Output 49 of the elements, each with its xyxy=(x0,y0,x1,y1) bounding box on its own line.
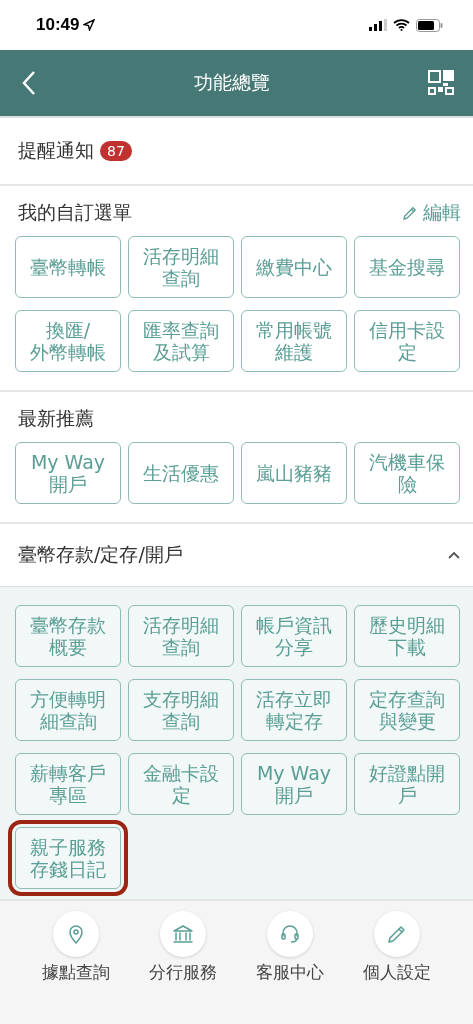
pencil-icon xyxy=(401,204,419,222)
nav-label[interactable]: 分行服務 xyxy=(148,961,217,984)
menu-tile-button[interactable]: 基金搜尋 xyxy=(354,236,460,298)
section-title: 最新推薦 xyxy=(18,406,94,431)
qr-code-icon[interactable] xyxy=(427,69,455,97)
bank-icon xyxy=(170,922,195,946)
menu-tile-button[interactable]: 常用帳號維護 xyxy=(241,310,347,372)
menu-tile-button[interactable]: 定存查詢與變更 xyxy=(354,679,460,741)
menu-tile-button[interactable]: 活存立即轉定存 xyxy=(241,679,347,741)
clock-time: 10:49 xyxy=(36,15,80,35)
menu-tile-button[interactable]: 薪轉客戶專區 xyxy=(15,753,121,815)
nav-label[interactable]: 客服中心 xyxy=(256,961,325,984)
back-icon[interactable] xyxy=(22,70,36,96)
menu-tile-button[interactable]: 臺幣轉帳 xyxy=(15,236,121,298)
menu-tile-button[interactable]: 活存明細查詢 xyxy=(128,236,234,298)
menu-tile-button[interactable]: 好證點開戶 xyxy=(354,753,460,815)
nav-circle-button[interactable] xyxy=(52,911,99,957)
chevron-up-icon[interactable] xyxy=(447,550,461,560)
wifi-icon xyxy=(393,19,410,31)
menu-tile-button[interactable]: 信用卡設定 xyxy=(354,310,460,372)
edit-button[interactable]: 編輯 xyxy=(401,200,461,226)
section-title[interactable]: 臺幣存款/定存/開戶 xyxy=(18,542,183,568)
menu-tile-button[interactable]: 支存明細查詢 xyxy=(128,679,234,741)
signal-icon xyxy=(369,19,387,31)
menu-tile-button[interactable]: 生活優惠 xyxy=(128,442,234,504)
notification-count: 87 xyxy=(100,141,132,161)
menu-tile-button[interactable]: 方便轉明細查詢 xyxy=(15,679,121,741)
menu-tile-button[interactable]: 匯率查詢及試算 xyxy=(128,310,234,372)
menu-tile-button[interactable]: 換匯/ 外幣轉帳 xyxy=(15,310,121,372)
section-title: 我的自訂選單 xyxy=(18,200,132,225)
nav-label[interactable]: 個人設定 xyxy=(363,961,432,984)
menu-tile-button[interactable]: My Way 開戶 xyxy=(241,753,347,815)
page-title: 功能總覽 xyxy=(193,70,270,95)
nav-circle-button[interactable] xyxy=(159,911,206,957)
menu-tile-button[interactable]: 臺幣存款概要 xyxy=(15,605,121,667)
menu-tile-button[interactable]: 汽機車保險 xyxy=(354,442,460,504)
location-arrow-icon xyxy=(83,19,96,31)
menu-tile-button[interactable]: 繳費中心 xyxy=(241,236,347,298)
menu-tile-button[interactable]: 金融卡設定 xyxy=(128,753,234,815)
menu-tile-button[interactable]: 帳戶資訊分享 xyxy=(241,605,347,667)
menu-tile-button[interactable]: 歷史明細下載 xyxy=(354,605,460,667)
battery-icon xyxy=(416,18,443,32)
menu-tile-button[interactable]: My Way 開戶 xyxy=(15,442,121,504)
nav-circle-button[interactable] xyxy=(374,911,421,957)
nav-circle-button[interactable] xyxy=(267,911,314,957)
notifications-label[interactable]: 提醒通知 xyxy=(18,138,94,164)
nav-label[interactable]: 據點查詢 xyxy=(41,961,110,984)
menu-tile-button[interactable]: 活存明細查詢 xyxy=(128,605,234,667)
menu-tile-button[interactable]: 嵐山豬豬 xyxy=(241,442,347,504)
